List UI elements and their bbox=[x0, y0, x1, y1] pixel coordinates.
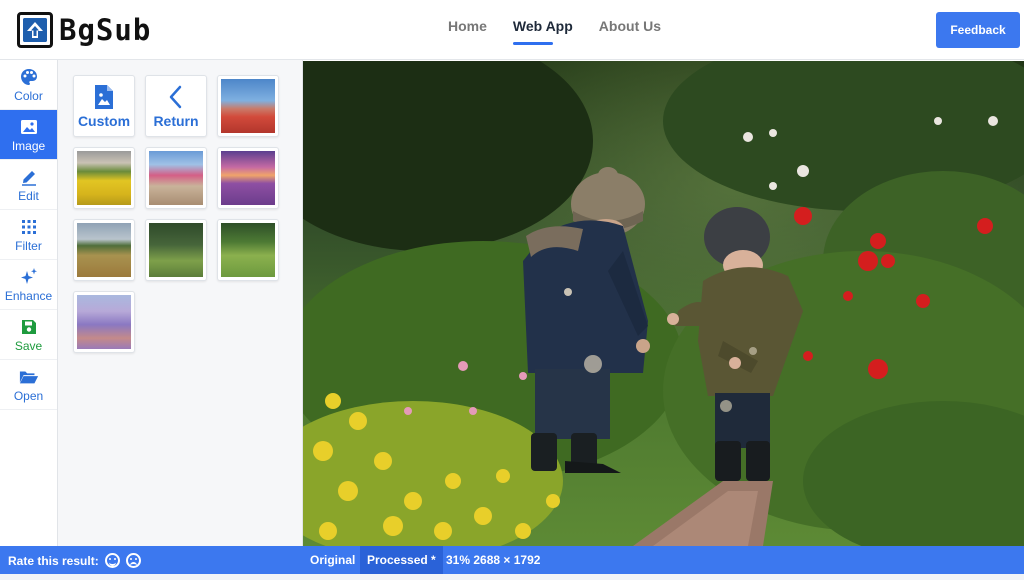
bottom-strip bbox=[0, 574, 1024, 580]
grid-dots-icon bbox=[19, 217, 39, 237]
image-icon bbox=[19, 117, 39, 137]
chevron-left-icon bbox=[168, 84, 184, 110]
background-thumb-purple-sunset-field[interactable] bbox=[217, 147, 279, 209]
lavender-field-image bbox=[77, 295, 131, 349]
background-thumb-sunflower-field[interactable] bbox=[73, 147, 135, 209]
green-field-path-image bbox=[221, 223, 275, 277]
tool-enhance-label: Enhance bbox=[4, 288, 53, 303]
image-file-icon bbox=[94, 84, 114, 110]
purple-sunset-field-image bbox=[221, 151, 275, 205]
nav-web-app[interactable]: Web App bbox=[512, 18, 573, 45]
frown-icon[interactable] bbox=[125, 553, 141, 568]
return-button[interactable]: Return bbox=[145, 75, 207, 137]
tool-filter-label: Filter bbox=[15, 238, 42, 253]
rate-result: Rate this result: bbox=[8, 553, 141, 568]
custom-background-button[interactable]: Custom bbox=[73, 75, 135, 137]
original-label: Original bbox=[310, 553, 356, 567]
pink-flower-path-image bbox=[149, 151, 203, 205]
return-label: Return bbox=[153, 112, 199, 129]
pencil-icon bbox=[19, 167, 39, 187]
custom-label: Custom bbox=[77, 112, 131, 129]
tool-save-label: Save bbox=[14, 338, 43, 353]
app-header: BgSub Home Web App About Us Feedback bbox=[0, 0, 1024, 60]
tool-filter[interactable]: Filter bbox=[0, 210, 57, 260]
background-thumb-pink-flower-path[interactable] bbox=[145, 147, 207, 209]
background-thumb-green-field-path[interactable] bbox=[217, 219, 279, 281]
grain-field-image bbox=[77, 223, 131, 277]
background-thumb-grain-field[interactable] bbox=[73, 219, 135, 281]
nav-home[interactable]: Home bbox=[448, 18, 487, 41]
folder-open-icon bbox=[19, 367, 39, 387]
forest-path-image bbox=[149, 223, 203, 277]
tab-original[interactable]: Original bbox=[303, 546, 362, 574]
logo[interactable]: BgSub bbox=[17, 11, 151, 49]
background-thumb-tulip-field[interactable] bbox=[217, 75, 279, 137]
main-nav: Home Web App About Us bbox=[448, 18, 661, 45]
tool-open[interactable]: Open bbox=[0, 360, 57, 410]
smile-icon[interactable] bbox=[104, 553, 120, 568]
logo-text: BgSub bbox=[59, 13, 152, 47]
tool-enhance[interactable]: Enhance bbox=[0, 260, 57, 310]
palette-icon bbox=[19, 67, 39, 87]
tab-processed[interactable]: Processed * bbox=[360, 546, 443, 574]
feedback-button[interactable]: Feedback bbox=[936, 12, 1020, 48]
tool-edit-label: Edit bbox=[18, 188, 39, 203]
tool-save[interactable]: Save bbox=[0, 310, 57, 360]
tool-image[interactable]: Image bbox=[0, 110, 57, 160]
processed-label: Processed * bbox=[367, 553, 436, 567]
sunflower-field-image bbox=[77, 151, 131, 205]
tool-edit[interactable]: Edit bbox=[0, 160, 57, 210]
rate-label: Rate this result: bbox=[8, 553, 99, 568]
tool-rail: Color Image Edit Filter Enhance Save Ope… bbox=[0, 60, 58, 546]
sparkle-icon bbox=[19, 267, 39, 287]
background-thumb-forest-path[interactable] bbox=[145, 219, 207, 281]
status-bar: Rate this result: Original Processed * 3… bbox=[0, 546, 1024, 574]
nav-about-us[interactable]: About Us bbox=[599, 18, 661, 41]
background-panel: Custom Return bbox=[58, 60, 303, 546]
tool-color-label: Color bbox=[14, 88, 43, 103]
logo-icon bbox=[17, 12, 53, 48]
processed-image bbox=[303, 61, 1024, 546]
image-info: 31% 2688 × 1792 bbox=[446, 553, 541, 567]
floppy-disk-icon bbox=[19, 317, 39, 337]
image-canvas[interactable] bbox=[303, 61, 1024, 546]
background-thumb-lavender-field[interactable] bbox=[73, 291, 135, 353]
tool-color[interactable]: Color bbox=[0, 60, 57, 110]
tulip-field-image bbox=[221, 79, 275, 133]
tool-open-label: Open bbox=[13, 388, 44, 403]
tool-image-label: Image bbox=[11, 138, 46, 153]
